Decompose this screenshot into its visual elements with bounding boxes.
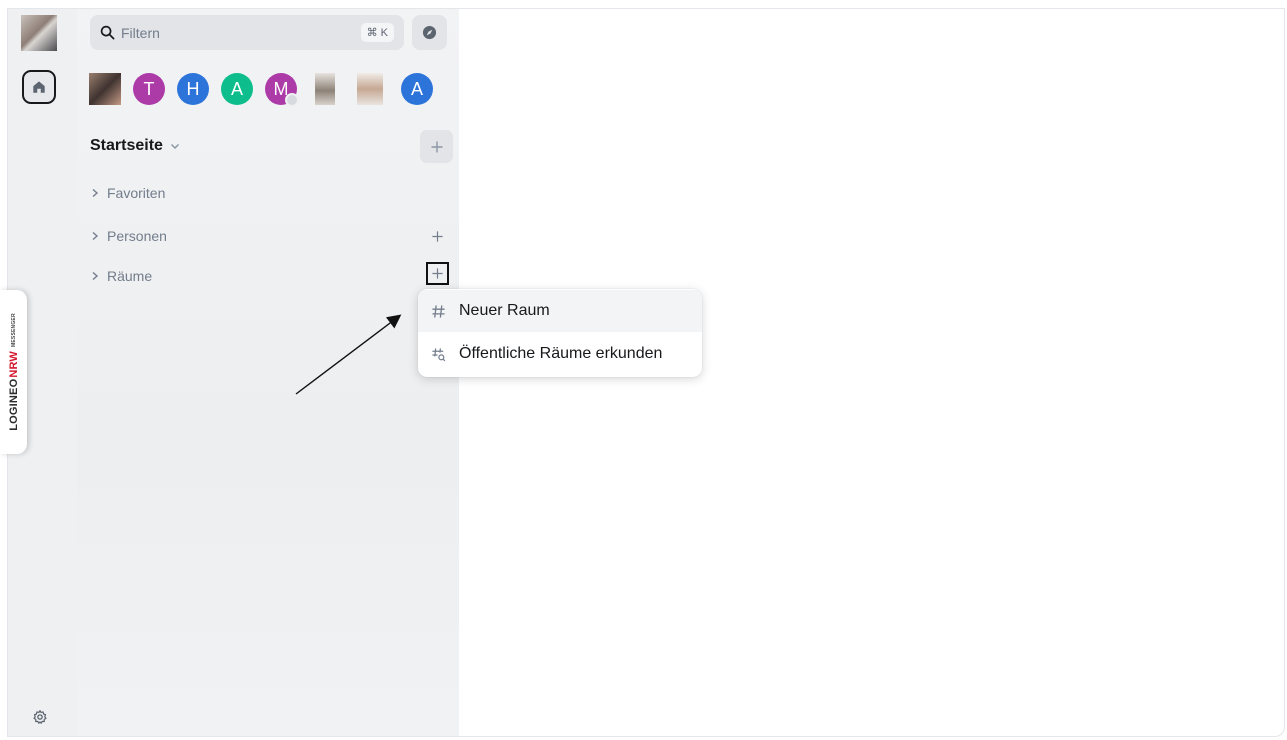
- plus-icon: [432, 268, 443, 279]
- menu-item-label: Öffentliche Räume erkunden: [459, 345, 663, 362]
- recent-avatar-letter[interactable]: H: [177, 73, 209, 105]
- recent-avatar-letter[interactable]: A: [221, 73, 253, 105]
- section-favorites[interactable]: Favoriten: [90, 185, 165, 201]
- room-list-panel: Filtern ⌘ K T H A M A Startseite Favorit…: [77, 9, 459, 736]
- hash-search-icon: [432, 347, 446, 361]
- chevron-right-icon: [92, 271, 99, 281]
- hash-icon: [432, 304, 445, 318]
- recent-avatar-letter[interactable]: T: [133, 73, 165, 105]
- avatar-letter: T: [143, 78, 155, 99]
- plus-icon: [431, 141, 442, 152]
- recent-avatar-letter[interactable]: A: [401, 73, 433, 105]
- presence-indicator: [285, 93, 299, 107]
- avatar-letter: A: [410, 78, 423, 99]
- brand-logo: LOGINEO NRW MESSENGER: [8, 313, 20, 431]
- chevron-right-icon: [92, 231, 99, 241]
- compass-icon: [422, 25, 437, 40]
- add-person-button[interactable]: [429, 228, 445, 244]
- settings-icon[interactable]: [32, 709, 48, 725]
- avatar-letter: A: [230, 78, 243, 99]
- app-window: Filtern ⌘ K T H A M A Startseite Favorit…: [7, 8, 1285, 737]
- menu-item-new-room[interactable]: Neuer Raum: [418, 290, 702, 332]
- menu-item-explore-public-rooms[interactable]: Öffentliche Räume erkunden: [418, 333, 702, 375]
- user-avatar[interactable]: [21, 15, 57, 51]
- add-room-button[interactable]: [426, 262, 449, 285]
- filter-input[interactable]: Filtern ⌘ K: [90, 15, 404, 50]
- explore-rooms-button[interactable]: [412, 15, 447, 50]
- chevron-right-icon: [92, 188, 99, 198]
- recent-avatar-letter[interactable]: M: [265, 73, 299, 107]
- section-label: Favoriten: [107, 185, 166, 201]
- space-title-label: Startseite: [90, 137, 163, 154]
- section-rooms[interactable]: Räume: [90, 268, 152, 284]
- brand-part2: NRW: [8, 350, 20, 378]
- shortcut-badge: ⌘ K: [360, 23, 394, 42]
- section-label: Personen: [107, 228, 167, 244]
- home-space-button[interactable]: [22, 70, 56, 104]
- plus-icon: [431, 230, 443, 242]
- section-label: Räume: [107, 268, 153, 284]
- menu-item-label: Neuer Raum: [459, 302, 550, 319]
- recent-avatar-photo[interactable]: [357, 73, 383, 105]
- brand-tab[interactable]: LOGINEO NRW MESSENGER: [0, 290, 27, 454]
- add-button[interactable]: [420, 130, 453, 163]
- brand-sub: MESSENGER: [11, 313, 17, 347]
- add-room-menu: Neuer Raum Öffentliche Räume erkunden: [418, 289, 702, 377]
- space-title[interactable]: Startseite: [90, 137, 181, 155]
- home-icon: [33, 81, 45, 93]
- search-icon: [100, 25, 115, 40]
- recent-avatar-photo[interactable]: [89, 73, 121, 105]
- section-people[interactable]: Personen: [90, 228, 167, 244]
- avatar-letter: H: [186, 78, 200, 99]
- filter-placeholder: Filtern: [121, 24, 160, 41]
- recent-avatar-photo[interactable]: [315, 73, 335, 105]
- brand-part1: LOGINEO: [8, 378, 20, 431]
- chevron-down-icon: [170, 143, 179, 150]
